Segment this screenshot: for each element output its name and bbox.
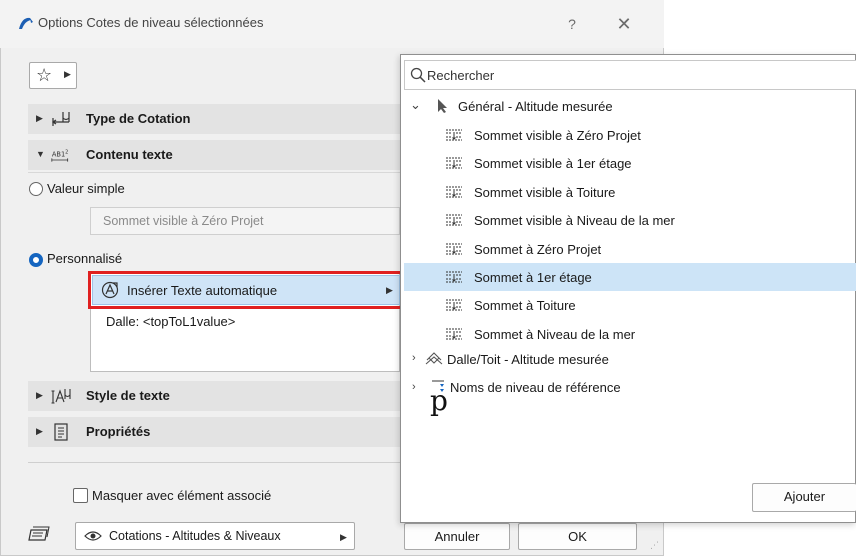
autotext-item-icon: [446, 299, 462, 311]
autotext-item[interactable]: Sommet à Zéro Projet: [404, 235, 856, 263]
dialog-title: Options Cotes de niveau sélectionnées: [38, 15, 264, 30]
section-label: Type de Cotation: [86, 111, 191, 126]
tree-group-label: Noms de niveau de référence: [450, 380, 621, 395]
autotext-item[interactable]: Sommet visible à Toiture: [404, 178, 856, 206]
simple-value-radio[interactable]: [29, 182, 43, 196]
section-proprietes[interactable]: ▶ Propriétés: [28, 417, 400, 447]
search-field[interactable]: [404, 60, 856, 90]
layer-select-value: Cotations - Altitudes & Niveaux: [109, 529, 281, 543]
search-icon: [410, 67, 426, 83]
autotext-item-icon: [446, 243, 462, 255]
autotext-item-label: Sommet à Niveau de la mer: [474, 327, 636, 342]
hide-with-element-checkbox[interactable]: [73, 488, 88, 503]
star-icon: ☆: [36, 65, 53, 85]
layer-icon: [28, 526, 50, 541]
chevron-right-icon: ▶: [64, 69, 71, 79]
autotext-item-label: Sommet à Zéro Projet: [474, 242, 602, 257]
favorites-button[interactable]: ☆ ▶: [29, 62, 77, 89]
dropdown-arrow-icon: ▶: [340, 532, 347, 542]
autotext-item-label: Sommet visible à Zéro Projet: [474, 128, 641, 143]
autotext-item[interactable]: Sommet à Toiture: [404, 291, 856, 319]
section-contenu-texte[interactable]: ▼ AB1 2 Contenu texte: [28, 140, 400, 170]
svg-text:2: 2: [65, 149, 68, 155]
autotext-item-label: Sommet à 1er étage: [474, 270, 592, 285]
autotext-item[interactable]: Sommet à Niveau de la mer: [404, 320, 856, 348]
autotext-item-icon: [446, 214, 462, 226]
chevron-right-icon: ›: [412, 381, 416, 393]
simple-value-field: Sommet visible à Zéro Projet: [90, 207, 400, 235]
text-content-icon: AB1 2: [51, 149, 68, 162]
text-style-icon: [51, 389, 71, 404]
autotext-item-icon: [446, 328, 462, 340]
resize-grip-icon[interactable]: ⋰: [650, 540, 662, 552]
autotext-item-icon: [446, 157, 462, 169]
tree-group-label: Dalle/Toit - Altitude mesurée: [447, 352, 609, 367]
custom-text-value: Dalle: <topToL1value>: [106, 314, 236, 329]
chevron-down-icon: ⌄: [410, 97, 421, 112]
expand-arrow-icon: ▶: [36, 390, 43, 400]
highlight-frame: [88, 271, 403, 309]
ok-button[interactable]: OK: [518, 523, 637, 550]
tree-group-dalle-toit[interactable]: › Dalle/Toit - Altitude mesurée: [404, 345, 856, 373]
layer-select[interactable]: Cotations - Altitudes & Niveaux ▶: [75, 522, 355, 550]
cursor-icon: [438, 99, 447, 113]
divider: [28, 172, 400, 173]
properties-icon: [54, 423, 68, 441]
svg-text:AB1: AB1: [52, 151, 65, 159]
expand-arrow-icon: ▶: [36, 113, 43, 123]
autotext-item[interactable]: Sommet visible à 1er étage: [404, 149, 856, 177]
custom-radio[interactable]: [29, 253, 43, 267]
autotext-item[interactable]: Sommet visible à Niveau de la mer: [404, 206, 856, 234]
simple-value-label: Valeur simple: [47, 181, 125, 196]
autotext-item[interactable]: Sommet visible à Zéro Projet: [404, 121, 856, 149]
eye-icon: [84, 531, 102, 541]
dimension-type-icon: [51, 112, 70, 126]
autotext-item[interactable]: Sommet à 1er étage: [404, 263, 856, 291]
search-input[interactable]: [425, 65, 825, 85]
tree-group-general[interactable]: ⌄ Général - Altitude mesurée: [404, 92, 856, 120]
autotext-item-icon: [446, 271, 462, 283]
section-label: Style de texte: [86, 388, 170, 403]
cancel-button[interactable]: Annuler: [404, 523, 510, 550]
slab-roof-icon: [425, 352, 443, 365]
collapse-arrow-icon: ▼: [36, 149, 45, 159]
add-button[interactable]: Ajouter: [752, 483, 856, 512]
expand-arrow-icon: ▶: [36, 426, 43, 436]
autotext-item-label: Sommet visible à Niveau de la mer: [474, 213, 675, 228]
section-type-cotation[interactable]: ▶ Type de Cotation: [28, 104, 400, 134]
section-label: Contenu texte: [86, 147, 173, 162]
autotext-item-icon: [446, 129, 462, 141]
section-style-texte[interactable]: ▶ Style de texte: [28, 381, 400, 411]
stray-glyph: p: [430, 384, 448, 417]
tree-group-noms-niveau[interactable]: › Noms de niveau de référence: [404, 374, 856, 402]
autotext-item-label: Sommet à Toiture: [474, 298, 576, 313]
archicad-logo-icon: [19, 17, 33, 29]
tree-group-label: Général - Altitude mesurée: [458, 99, 613, 114]
autotext-item-label: Sommet visible à 1er étage: [474, 156, 632, 171]
divider: [28, 462, 400, 463]
section-label: Propriétés: [86, 424, 151, 439]
chevron-right-icon: ›: [412, 352, 416, 364]
hide-with-element-label: Masquer avec élément associé: [92, 488, 272, 503]
autotext-item-icon: [446, 186, 462, 198]
help-button[interactable]: ?: [561, 13, 583, 35]
autotext-item-label: Sommet visible à Toiture: [474, 185, 616, 200]
close-button[interactable]: ✕: [612, 12, 636, 36]
custom-label: Personnalisé: [47, 251, 123, 266]
